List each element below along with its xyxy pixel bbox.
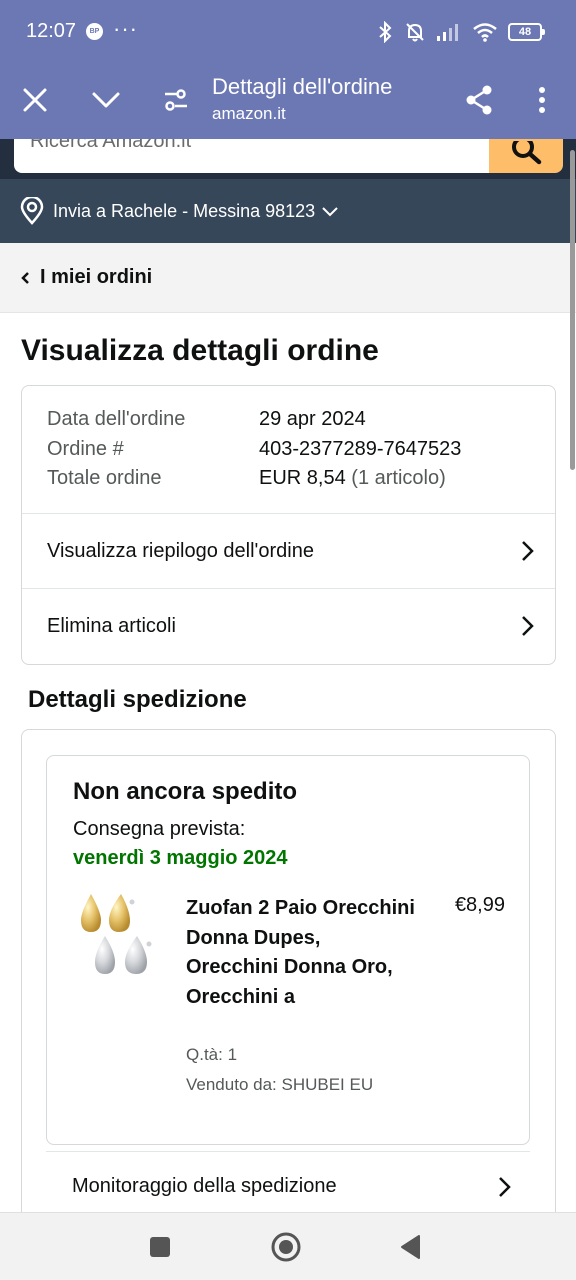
page-scrollbar[interactable] [570,150,575,470]
square-icon [150,1237,170,1257]
track-shipment-link[interactable]: Monitoraggio della spedizione [46,1151,530,1221]
close-icon[interactable] [15,80,55,120]
notification-badge-icon: BP [86,23,103,40]
wifi-icon [473,23,497,42]
expected-delivery-label: Consegna prevista: [73,818,246,840]
order-total-value: EUR 8,54 (1 articolo) [259,467,446,490]
delivery-location[interactable]: Invia a Rachele - Messina 98123 [0,179,576,243]
page-domain: amazon.it [212,104,286,123]
more-notifications-icon: ··· [113,16,138,41]
search-input[interactable]: Ricerca Amazon.it [14,139,492,173]
track-shipment-label: Monitoraggio della spedizione [72,1175,337,1197]
mute-bell-icon [406,23,424,42]
order-summary-card: Data dell'ordine 29 apr 2024 Ordine # 40… [21,385,556,665]
share-icon[interactable] [459,80,499,120]
status-time: 12:07 [26,20,77,42]
chevron-right-icon [499,1177,511,1197]
chevron-down-icon[interactable] [86,80,126,120]
shipping-card: Non ancora spedito Consegna prevista: ve… [21,729,556,1249]
breadcrumb[interactable]: I miei ordini [0,243,576,313]
chevron-right-icon [522,541,534,561]
chevron-right-icon [522,616,534,636]
custom-tab-toolbar: Dettagli dell'ordine amazon.it [0,62,576,139]
page-settings-icon[interactable] [156,80,196,120]
shipping-section-title: Dettagli spedizione [28,686,247,713]
chevron-left-icon [21,271,29,284]
order-date-label: Data dell'ordine [47,408,186,430]
home-circle-icon [271,1232,301,1262]
system-nav-bar [0,1212,576,1280]
view-order-summary-label: Visualizza riepilogo dell'ordine [47,539,314,562]
expected-delivery-date: venerdì 3 maggio 2024 [73,847,288,869]
product-price: €8,99 [454,894,505,916]
home-button[interactable] [268,1229,304,1265]
delivery-location-label: Invia a Rachele - Messina 98123 [53,200,316,221]
page-title: Visualizza dettagli ordine [21,334,379,367]
status-bar: 12:07 BP ··· 48 [0,0,576,62]
breadcrumb-label: I miei ordini [40,266,153,288]
search-icon [512,141,542,165]
bluetooth-icon [379,21,392,43]
location-pin-icon [20,197,44,225]
product-image[interactable] [75,890,171,986]
recents-button[interactable] [142,1229,178,1265]
order-total-items: (1 articolo) [351,467,446,489]
product-seller: Venduto da: SHUBEI EU [186,1075,374,1094]
page-title-bar: Dettagli dell'ordine [212,74,393,99]
order-total-label: Totale ordine [47,467,162,489]
search-placeholder: Ricerca Amazon.it [30,139,192,152]
shipment-box: Non ancora spedito Consegna prevista: ve… [46,755,530,1145]
view-order-summary-link[interactable]: Visualizza riepilogo dell'ordine [22,513,555,588]
shipment-status: Non ancora spedito [73,778,298,805]
back-button[interactable] [392,1229,428,1265]
delete-items-label: Elimina articoli [47,614,176,637]
product-title-link[interactable]: Zuofan 2 Paio Orecchini Donna Dupes, Ore… [186,894,416,1012]
order-total-amount: EUR 8,54 [259,467,346,489]
order-number-label: Ordine # [47,438,124,460]
order-number-value: 403-2377289-7647523 [259,438,462,460]
battery-icon: 48 [508,23,545,41]
back-triangle-icon [401,1235,420,1259]
status-icons: 48 [376,20,545,44]
search-button[interactable] [489,139,563,173]
search-bar: Ricerca Amazon.it [0,139,576,179]
more-menu-icon[interactable] [522,80,562,120]
chevron-down-icon [322,207,338,217]
product-quantity: Q.tà: 1 [186,1045,238,1064]
delete-items-link[interactable]: Elimina articoli [22,588,555,663]
order-date-value: 29 apr 2024 [259,408,366,430]
signal-icon [437,24,458,41]
